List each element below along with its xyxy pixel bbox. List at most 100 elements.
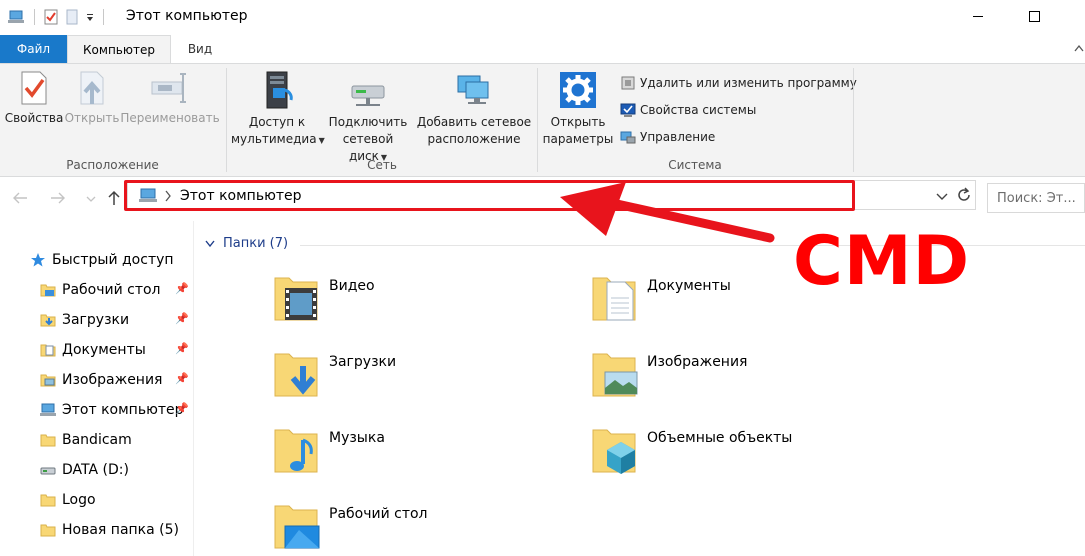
nav-item-pictures[interactable]: Изображения 📌 [40, 367, 234, 393]
computer-icon [40, 403, 56, 416]
add-network-location-button[interactable]: Добавить сетевое расположение [415, 70, 533, 148]
media-access-line1: Доступ к [248, 115, 306, 129]
recent-locations-chevron-icon[interactable] [86, 195, 96, 203]
folder-icon [40, 524, 56, 537]
system-properties-button[interactable]: Свойства системы [620, 99, 756, 121]
search-box[interactable]: Поиск: Эт... [987, 183, 1085, 213]
open-settings-button[interactable]: Открыть параметры [542, 70, 614, 148]
pin-icon[interactable]: 📌 [175, 402, 189, 415]
computer-icon[interactable] [8, 9, 26, 25]
system-properties-label: Свойства системы [640, 103, 757, 117]
properties-button[interactable]: Свойства [4, 70, 64, 127]
toolbar-separator [103, 9, 104, 25]
manage-label: Управление [640, 130, 716, 144]
add-network-location-label: Добавить сетевое расположение [417, 115, 531, 146]
tab-view[interactable]: Вид [171, 35, 229, 63]
ribbon-tabs: Файл Компьютер Вид [0, 34, 1085, 64]
nav-item-label: Документы [62, 342, 146, 358]
nav-item-downloads[interactable]: Загрузки 📌 [40, 307, 234, 333]
open-label: Открыть [64, 111, 120, 125]
back-arrow-icon[interactable] [12, 191, 28, 205]
open-settings-label: Открыть параметры [543, 115, 614, 146]
nav-item-label: Новая папка (5) [62, 522, 179, 538]
annotation-highlight-box [124, 180, 855, 211]
minimize-icon [973, 15, 983, 17]
open-button[interactable]: Открыть [64, 70, 120, 127]
folder-tile-desktop[interactable]: Рабочий стол [273, 500, 573, 556]
folder-tile-downloads[interactable]: Загрузки [273, 348, 573, 412]
tab-file[interactable]: Файл [0, 35, 67, 63]
video-folder-icon [274, 277, 318, 321]
chevron-down-icon[interactable] [85, 9, 95, 25]
nav-item-new-folder-5[interactable]: Новая папка (5) [40, 517, 234, 543]
nav-item-label: Logo [62, 492, 96, 508]
navigation-bar: Этот компьютер Поиск: Эт... [0, 177, 1085, 221]
nav-item-data-drive[interactable]: DATA (D:) [40, 457, 234, 483]
folder-tile-3d-objects[interactable]: Объемные объекты [591, 424, 891, 488]
pin-icon[interactable]: 📌 [175, 312, 189, 325]
map-network-drive-button[interactable]: Подключить сетевой диск ▼ [323, 70, 413, 166]
forward-arrow-icon[interactable] [50, 191, 66, 205]
nav-item-logo[interactable]: Logo [40, 487, 234, 513]
folder-tile-pictures[interactable]: Изображения [591, 348, 891, 412]
folder-icon [40, 494, 56, 507]
pin-icon[interactable]: 📌 [175, 282, 189, 295]
title-bar: Этот компьютер [0, 0, 1085, 34]
new-folder-icon[interactable] [65, 9, 79, 25]
nav-item-label: Рабочий стол [62, 282, 161, 298]
maximize-button[interactable] [1011, 0, 1057, 32]
download-folder-icon [40, 314, 56, 327]
nav-item-bandicam[interactable]: Bandicam [40, 427, 234, 453]
pictures-folder-icon [40, 374, 56, 387]
folder-icon [40, 434, 56, 447]
folder-tile-video[interactable]: Видео [273, 272, 573, 336]
window-title: Этот компьютер [126, 8, 248, 24]
uninstall-label: Удалить или изменить программу [640, 76, 857, 90]
up-arrow-icon[interactable] [107, 190, 121, 206]
rename-button[interactable]: Переименовать [120, 70, 220, 127]
folder-tile-music[interactable]: Музыка [273, 424, 573, 488]
chevron-down-icon[interactable] [936, 193, 948, 201]
properties-icon[interactable] [43, 9, 59, 25]
minimize-button[interactable] [955, 0, 1001, 32]
nav-item-quick-access[interactable]: Быстрый доступ [30, 247, 224, 273]
documents-folder-icon [592, 277, 636, 321]
group-separator [853, 68, 854, 172]
location-group-label: Расположение [66, 158, 159, 172]
settings-line2: параметры [542, 132, 614, 146]
media-access-button[interactable]: Доступ к мультимедиа ▼ [231, 70, 325, 149]
gear-icon [560, 72, 596, 108]
search-placeholder: Поиск: Эт... [997, 191, 1076, 206]
section-title: Папки (7) [223, 236, 289, 251]
rename-icon [151, 73, 186, 103]
pictures-folder-icon [592, 353, 638, 397]
folder-name: Загрузки [329, 354, 397, 370]
nav-item-label: DATA (D:) [62, 462, 129, 478]
folder-icon [40, 284, 56, 297]
nav-item-label: Быстрый доступ [52, 252, 174, 268]
nav-item-label: Изображения [62, 372, 163, 388]
refresh-icon[interactable] [956, 187, 972, 203]
map-network-drive-label: Подключить сетевой диск ▼ [329, 115, 408, 163]
pin-icon[interactable]: 📌 [175, 342, 189, 355]
map-drive-line1: Подключить [328, 115, 408, 129]
system-properties-icon [620, 103, 636, 117]
folder-name: Музыка [329, 430, 385, 446]
nav-item-this-pc[interactable]: Этот компьютер 📌 [40, 397, 234, 423]
nav-item-label: Этот компьютер [62, 402, 184, 418]
location-group: Свойства Открыть Переименовать Расположе… [0, 64, 225, 176]
media-access-label: Доступ к мультимедиа ▼ [231, 115, 325, 146]
nav-item-label: Bandicam [62, 432, 132, 448]
star-icon [31, 253, 45, 267]
manage-button[interactable]: Управление [620, 126, 715, 148]
chevron-up-icon[interactable] [1074, 44, 1084, 52]
tab-computer[interactable]: Компьютер [67, 35, 171, 64]
folder-name: Рабочий стол [329, 506, 428, 522]
add-location-line1: Добавить сетевое [416, 115, 532, 129]
folders-section-header[interactable]: Папки (7) [205, 236, 288, 251]
pin-icon[interactable]: 📌 [175, 372, 189, 385]
nav-item-desktop[interactable]: Рабочий стол 📌 [40, 277, 234, 303]
uninstall-program-button[interactable]: Удалить или изменить программу [620, 72, 857, 94]
network-drive-icon [351, 85, 385, 106]
nav-item-documents[interactable]: Документы 📌 [40, 337, 234, 363]
